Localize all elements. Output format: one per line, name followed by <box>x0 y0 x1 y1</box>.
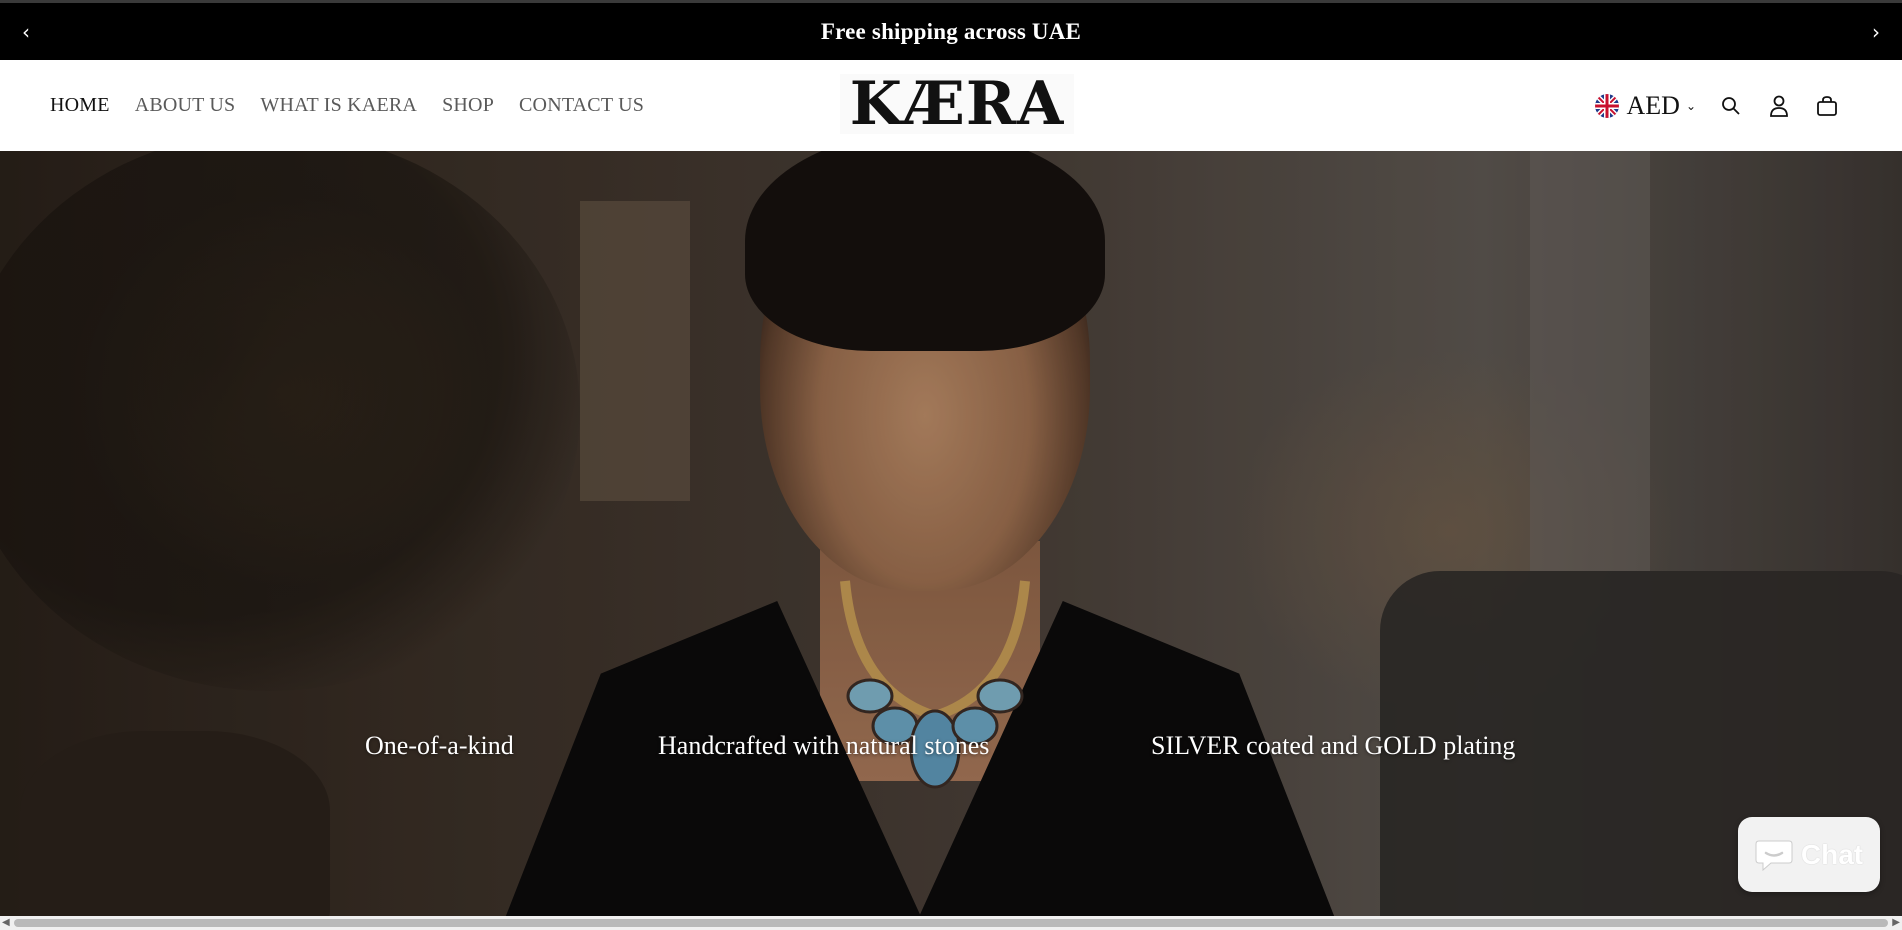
chat-label: Chat <box>1800 838 1864 870</box>
site-logo[interactable]: KÆRA <box>840 74 1074 134</box>
header-actions: AED ⌄ <box>1594 60 1841 151</box>
currency-code: AED <box>1626 90 1680 120</box>
feature-handcrafted: Handcrafted with natural stones <box>658 731 990 760</box>
search-icon[interactable] <box>1718 93 1744 119</box>
chevron-down-icon: ⌄ <box>1685 98 1696 113</box>
announcement-text: Free shipping across UAE <box>820 18 1082 44</box>
nav-about-us[interactable]: ABOUT US <box>135 94 236 117</box>
feature-plating: SILVER coated and GOLD plating <box>1151 731 1516 760</box>
hero-features: One-of-a-kind Handcrafted with natural s… <box>0 731 1902 771</box>
hero-banner: One-of-a-kind Handcrafted with natural s… <box>0 151 1902 916</box>
chat-button[interactable]: Chat <box>1738 817 1880 892</box>
nav-contact-us[interactable]: CONTACT US <box>519 94 644 117</box>
account-icon[interactable] <box>1766 93 1792 119</box>
currency-selector[interactable]: AED ⌄ <box>1594 90 1696 121</box>
hero-overlay <box>0 151 1902 916</box>
nav-home[interactable]: HOME <box>50 94 110 117</box>
site-header: HOME ABOUT US WHAT IS KAERA SHOP CONTACT… <box>0 60 1902 151</box>
horizontal-scrollbar[interactable]: ◀ ▶ <box>0 916 1902 930</box>
nav-shop[interactable]: SHOP <box>442 94 494 117</box>
scrollbar-thumb[interactable] <box>14 919 1888 927</box>
nav-what-is-kaera[interactable]: WHAT IS KAERA <box>260 94 417 117</box>
main-nav: HOME ABOUT US WHAT IS KAERA SHOP CONTACT… <box>50 60 644 151</box>
chat-bubble-icon <box>1755 840 1793 871</box>
chevron-right-icon[interactable]: › <box>1872 20 1880 44</box>
uk-flag-icon <box>1594 93 1619 118</box>
announcement-bar: ‹ Free shipping across UAE › <box>0 0 1902 60</box>
feature-one-of-a-kind: One-of-a-kind <box>365 731 514 760</box>
scroll-right-icon[interactable]: ▶ <box>1892 917 1900 928</box>
cart-icon[interactable] <box>1814 93 1840 119</box>
scroll-left-icon[interactable]: ◀ <box>2 917 10 928</box>
